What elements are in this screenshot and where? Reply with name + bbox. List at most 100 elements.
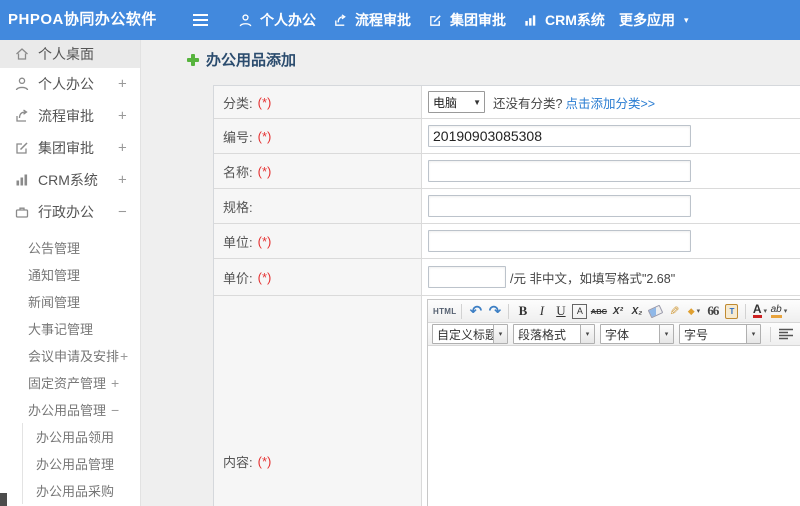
sidebar-item-crm[interactable]: CRM系统 + <box>0 164 140 196</box>
category-select[interactable]: 电脑 ▼ <box>428 91 485 113</box>
custom-title-select[interactable]: 自定义标题 ▾ <box>432 324 508 344</box>
combo-value: 字号 <box>684 327 709 342</box>
boxed-a-icon: A <box>572 303 588 319</box>
field-label: 名称: <box>223 164 253 180</box>
underline-button[interactable]: U <box>552 302 569 320</box>
nav-label: 更多应用 <box>619 12 675 28</box>
main-content: 办公用品添加 分类: (*) 电脑 ▼ 还没有分类? 点击添加分类>> 编号: … <box>141 40 800 506</box>
align-left-button[interactable] <box>778 328 794 340</box>
form-row-name: 名称: (*) <box>214 154 800 189</box>
sidebar-item-label: 集团审批 <box>38 140 94 156</box>
field-label: 规格: <box>223 199 253 215</box>
content-label: 内容: (*) <box>214 296 422 506</box>
sidebar-item-notice-mgmt[interactable]: 通知管理 <box>0 261 140 288</box>
field-label: 内容: <box>223 454 253 470</box>
collapse-minus-icon[interactable]: − <box>118 204 127 221</box>
sidebar-item-desktop[interactable]: 个人桌面 <box>0 40 140 68</box>
nav-process-approval[interactable]: 流程审批 <box>333 0 411 40</box>
eraser-icon <box>648 304 664 318</box>
person-icon <box>14 76 30 92</box>
sub-item-label: 办公用品管理 <box>28 403 107 418</box>
nav-label: 个人办公 <box>260 12 316 28</box>
select-caret-icon: ▼ <box>473 97 481 107</box>
sidebar-item-process-approval[interactable]: 流程审批 + <box>0 100 140 132</box>
superscript-button[interactable]: X² <box>609 302 626 320</box>
sidebar-item-admin-office[interactable]: 行政办公 − <box>0 196 140 228</box>
combo-value: 自定义标题 <box>437 327 493 342</box>
sidebar-item-meeting-mgmt[interactable]: 会议申请及安排 + <box>0 342 140 369</box>
unit-input[interactable] <box>428 230 691 252</box>
form-row-content: 内容: (*) HTML ↶ ↷ B I U A ABC X² X₂ ✎ ◆ ▾… <box>214 296 800 506</box>
sidebar-item-announcement-mgmt[interactable]: 公告管理 <box>0 234 140 261</box>
field-label: 单位: <box>223 234 253 250</box>
sidebar-item-asset-mgmt[interactable]: 固定资产管理 + <box>0 369 140 396</box>
spec-input[interactable] <box>428 195 691 217</box>
italic-button[interactable]: I <box>533 302 550 320</box>
add-category-link[interactable]: 点击添加分类>> <box>565 93 655 112</box>
nav-group-approval[interactable]: 集团审批 <box>428 0 506 40</box>
caret-down-icon: ▾ <box>763 308 768 315</box>
sidebar-item-personal-office[interactable]: 个人办公 + <box>0 68 140 100</box>
sidebar-item-supplies-claim[interactable]: 办公用品领用 <box>23 423 140 450</box>
supplies-submenu: 办公用品领用 办公用品管理 办公用品采购 <box>22 423 140 504</box>
expand-plus-icon[interactable]: + <box>118 140 127 157</box>
wand-icon: ◆ <box>687 305 695 316</box>
highlight-ab-icon: ab <box>770 304 782 318</box>
name-input[interactable] <box>428 160 691 182</box>
corner-widget[interactable] <box>0 493 7 506</box>
undo-button[interactable]: ↶ <box>467 302 484 320</box>
html-source-button[interactable]: HTML <box>433 302 456 320</box>
font-color-a-icon: A <box>752 302 762 318</box>
align-left-icon <box>779 328 793 340</box>
font-size-select[interactable]: 字号 ▾ <box>679 324 761 344</box>
nav-label: 集团审批 <box>450 12 506 28</box>
editor-content-area[interactable] <box>428 346 800 506</box>
redo-button[interactable]: ↷ <box>486 302 503 320</box>
paragraph-format-select[interactable]: 段落格式 ▾ <box>513 324 595 344</box>
editor-toolbar-row1: HTML ↶ ↷ B I U A ABC X² X₂ ✎ ◆ ▾ 66 T A … <box>428 300 800 323</box>
form-row-code: 编号: (*) <box>214 119 800 154</box>
flow-icon <box>14 108 30 124</box>
expand-plus-icon[interactable]: + <box>120 348 128 364</box>
nav-label: CRM系统 <box>545 12 605 28</box>
nav-personal-office[interactable]: 个人办公 <box>238 0 316 40</box>
subscript-button[interactable]: X₂ <box>628 302 645 320</box>
auto-format-button[interactable]: ◆ ▾ <box>685 302 702 320</box>
caret-down-icon: ▾ <box>684 14 689 25</box>
price-input[interactable] <box>428 266 506 288</box>
collapse-minus-icon[interactable]: − <box>111 402 119 418</box>
menu-toggle-button[interactable] <box>193 13 211 27</box>
caret-down-icon: ▾ <box>696 308 701 315</box>
strikethrough-button[interactable]: ABC <box>590 302 607 320</box>
font-color-button[interactable]: A ▾ <box>751 302 768 320</box>
expand-plus-icon[interactable]: + <box>118 76 127 93</box>
sidebar-item-news-mgmt[interactable]: 新闻管理 <box>0 288 140 315</box>
code-label: 编号: (*) <box>214 119 422 153</box>
code-input[interactable] <box>428 125 691 147</box>
highlight-button[interactable]: ab ▾ <box>770 302 787 320</box>
name-label: 名称: (*) <box>214 154 422 188</box>
nav-crm-system[interactable]: CRM系统 <box>523 0 605 40</box>
nav-more-apps[interactable]: 更多应用 ▾ <box>619 0 689 40</box>
paste-text-button[interactable]: T <box>723 302 740 320</box>
format-painter-button[interactable]: ✎ <box>666 302 683 320</box>
chevron-down-icon: ▾ <box>493 325 507 343</box>
blockquote-button[interactable]: 66 <box>704 302 721 320</box>
sidebar-item-supplies-mgmt[interactable]: 办公用品管理 − <box>0 396 140 423</box>
sidebar-item-supplies-manage[interactable]: 办公用品管理 <box>23 450 140 477</box>
approval-icon <box>14 140 30 156</box>
sidebar-item-group-approval[interactable]: 集团审批 + <box>0 132 140 164</box>
bold-button[interactable]: B <box>514 302 531 320</box>
price-format-hint: /元 非中文，如填写格式"2.68" <box>510 271 676 286</box>
remove-format-button[interactable] <box>647 302 664 320</box>
sub-item-label: 通知管理 <box>28 268 81 283</box>
expand-plus-icon[interactable]: + <box>118 108 127 125</box>
sidebar-item-memorabilia-mgmt[interactable]: 大事记管理 <box>0 315 140 342</box>
home-icon <box>14 46 30 62</box>
expand-plus-icon[interactable]: + <box>118 172 127 189</box>
expand-plus-icon[interactable]: + <box>111 375 119 391</box>
autotypeset-button[interactable]: A <box>571 302 588 320</box>
sidebar-item-supplies-purchase[interactable]: 办公用品采购 <box>23 477 140 504</box>
font-family-select[interactable]: 字体 ▾ <box>600 324 674 344</box>
app-logo: PHPOA协同办公软件 <box>8 11 157 28</box>
